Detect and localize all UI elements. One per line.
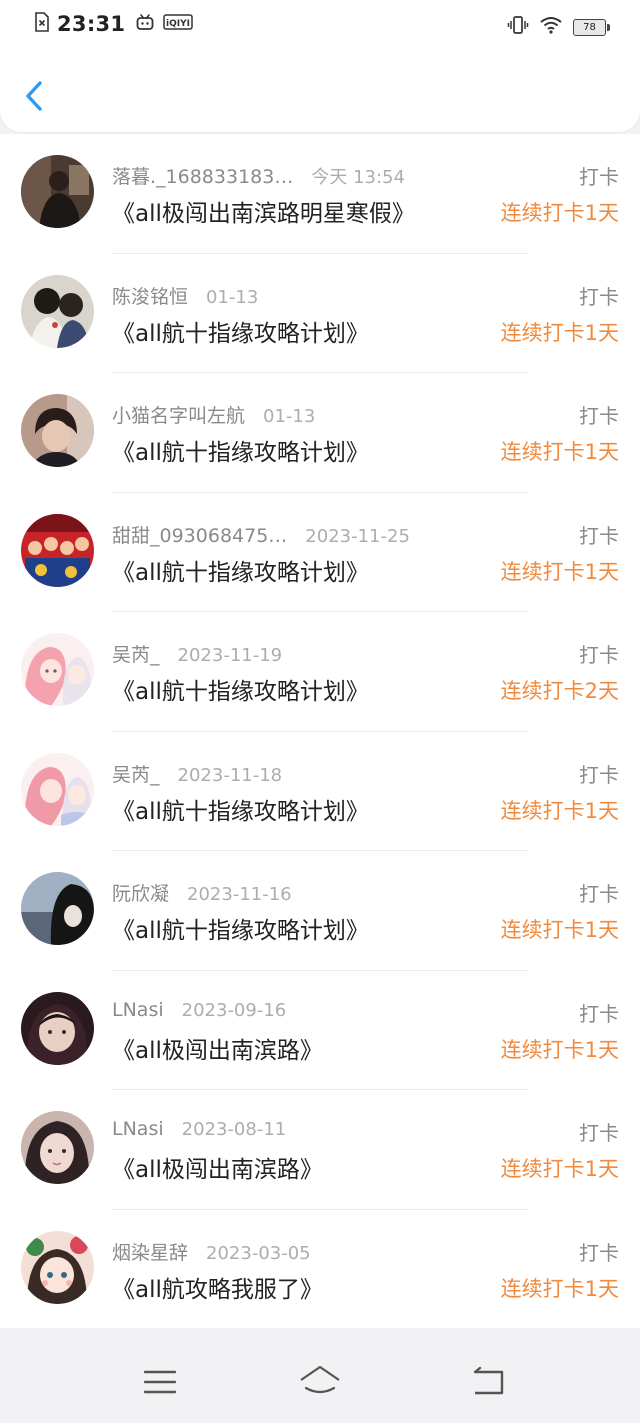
timestamp: 2023-11-19 [177,645,283,666]
action-label: 打卡 [579,404,619,428]
timestamp: 01-13 [263,406,316,427]
action-label: 打卡 [579,1001,619,1026]
streak-label: 连续打卡1天 [500,559,619,584]
wifi-icon [539,16,563,38]
plan-title[interactable]: 《all极闯出南滨路明星寒假》 [112,194,415,228]
streak-label: 连续打卡1天 [500,918,619,942]
timestamp: 01-13 [206,286,259,308]
username[interactable]: 甜甜_093068475… [112,521,287,548]
avatar[interactable] [21,1111,94,1184]
streak-label: 连续打卡1天 [500,440,619,464]
timestamp: 2023-03-05 [206,1242,311,1264]
list-item[interactable]: 落暮._168833183… 今天 13:54 《all极闯出南滨路明星寒假》 … [0,134,640,254]
avatar[interactable] [21,633,94,706]
username[interactable]: 阮欣凝 [112,879,169,906]
battery-level: 78 [583,21,596,33]
chevron-left-icon [18,81,52,120]
plan-title[interactable]: 《all极闯出南滨路》 [112,1150,323,1184]
list-item[interactable]: 吴芮_ 2023-11-18 《all航十指缘攻略计划》 打卡 连续打卡1天 [0,732,640,851]
action-label: 打卡 [579,762,619,787]
username[interactable]: LNasi [112,1118,164,1140]
timestamp: 2023-08-11 [181,1119,287,1140]
list-item[interactable]: 甜甜_093068475… 2023-11-25 《all航十指缘攻略计划》 打… [0,493,640,612]
streak-label: 连续打卡1天 [500,320,619,345]
page-header [0,52,640,132]
action-label: 打卡 [579,284,619,309]
plan-title[interactable]: 《all航十指缘攻略计划》 [112,792,369,826]
streak-label: 连续打卡1天 [500,1157,619,1181]
action-label: 打卡 [579,643,619,667]
username[interactable]: 落暮._168833183… [112,162,293,189]
plan-title[interactable]: 《all航十指缘攻略计划》 [112,672,369,706]
plan-title[interactable]: 《all航十指缘攻略计划》 [112,314,369,348]
back-button[interactable] [18,76,52,116]
iqiyi-label: iQIYI [166,19,190,29]
checkin-list: 落暮._168833183… 今天 13:54 《all极闯出南滨路明星寒假》 … [0,134,640,1328]
no-sim-icon [34,12,50,36]
avatar[interactable] [21,155,94,228]
list-item[interactable]: 陈浚铭恒 01-13 《all航十指缘攻略计划》 打卡 连续打卡1天 [0,254,640,373]
nav-back-button[interactable] [466,1360,510,1404]
home-button[interactable] [298,1360,342,1404]
timestamp: 2023-11-16 [187,884,292,905]
streak-label: 连续打卡1天 [500,201,619,225]
plan-title[interactable]: 《all航十指缘攻略计划》 [112,911,369,945]
menu-icon [138,1370,182,1408]
plan-title[interactable]: 《all航十指缘攻略计划》 [112,433,369,467]
username[interactable]: 烟染星辞 [112,1238,188,1265]
list-item[interactable]: LNasi 2023-09-16 《all极闯出南滨路》 打卡 连续打卡1天 [0,971,640,1090]
back-icon [466,1366,510,1408]
timestamp: 2023-09-16 [181,999,287,1021]
action-label: 打卡 [579,165,619,189]
list-item[interactable]: 烟染星辞 2023-03-05 《all航攻略我服了》 打卡 连续打卡1天 [0,1210,640,1330]
timestamp: 2023-11-18 [177,764,283,786]
avatar[interactable] [21,752,94,826]
list-item[interactable]: 小猫名字叫左航 01-13 《all航十指缘攻略计划》 打卡 连续打卡1天 [0,373,640,493]
timestamp: 2023-11-25 [305,525,410,547]
timestamp: 今天 13:54 [311,167,405,188]
action-label: 打卡 [579,882,619,906]
iqiyi-icon: iQIYI [163,14,194,34]
streak-label: 连续打卡1天 [500,798,619,823]
status-time: 23:31 [57,12,126,36]
action-label: 打卡 [579,1121,619,1145]
home-icon [298,1365,342,1408]
vibrate-icon [507,15,529,39]
status-bar: 23:31 iQIYI 78 [0,0,640,52]
username[interactable]: 吴芮_ [112,640,160,667]
recent-apps-button[interactable] [138,1360,182,1404]
plan-title[interactable]: 《all航攻略我服了》 [112,1270,323,1304]
username[interactable]: 陈浚铭恒 [112,282,188,309]
streak-label: 连续打卡1天 [500,1276,619,1301]
action-label: 打卡 [579,523,619,548]
avatar[interactable] [21,513,94,587]
avatar[interactable] [21,394,94,467]
avatar[interactable] [21,274,94,348]
streak-label: 连续打卡2天 [500,679,619,703]
plan-title[interactable]: 《all极闯出南滨路》 [112,1031,323,1065]
username[interactable]: 吴芮_ [112,760,160,787]
list-item[interactable]: 吴芮_ 2023-11-19 《all航十指缘攻略计划》 打卡 连续打卡2天 [0,612,640,732]
battery-indicator: 78 [573,18,610,36]
system-nav-bar [0,1328,640,1423]
streak-label: 连续打卡1天 [500,1037,619,1062]
username[interactable]: 小猫名字叫左航 [112,401,245,428]
avatar[interactable] [21,1230,94,1304]
avatar[interactable] [21,872,94,945]
list-item[interactable]: LNasi 2023-08-11 《all极闯出南滨路》 打卡 连续打卡1天 [0,1090,640,1210]
plan-title[interactable]: 《all航十指缘攻略计划》 [112,553,369,587]
username[interactable]: LNasi [112,999,164,1021]
avatar[interactable] [21,991,94,1065]
action-label: 打卡 [579,1240,619,1265]
list-item[interactable]: 阮欣凝 2023-11-16 《all航十指缘攻略计划》 打卡 连续打卡1天 [0,851,640,971]
bilibili-tv-icon [135,13,155,35]
